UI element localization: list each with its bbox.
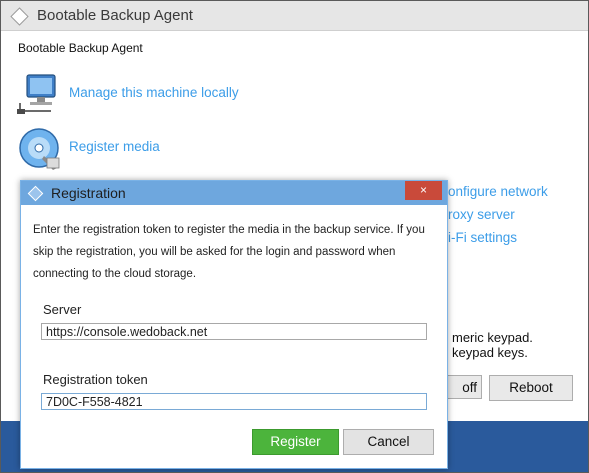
registration-dialog: Registration × Enter the registration to… [20,180,448,469]
agent-heading: Bootable Backup Agent [18,41,143,55]
dialog-logo-icon [27,185,44,202]
configure-network-link[interactable]: onfigure network [448,184,548,199]
computer-network-icon [17,74,56,114]
dialog-description: Enter the registration token to register… [33,224,425,280]
keypad-hint-line-1: meric keypad. [452,330,533,345]
token-label: Registration token [43,372,148,387]
reboot-button[interactable]: Reboot [489,375,573,401]
main-window-title: Bootable Backup Agent [37,7,193,24]
proxy-server-link[interactable]: roxy server [448,207,515,222]
disc-register-icon [19,128,60,170]
token-input[interactable]: 7D0C-F558-4821 [41,393,427,410]
cancel-button[interactable]: Cancel [343,429,434,455]
register-button[interactable]: Register [252,429,339,455]
manage-locally-label: Manage this machine locally [69,85,239,100]
close-button[interactable]: × [405,181,442,200]
manage-locally-link[interactable]: Manage this machine locally [17,73,257,117]
register-media-label: Register media [69,139,160,154]
dialog-title: Registration [51,185,126,201]
keypad-hint-line-2: keypad keys. [452,345,528,360]
main-titlebar[interactable]: Bootable Backup Agent [1,1,588,31]
app-logo-icon [10,7,29,26]
server-label: Server [43,302,82,317]
dialog-titlebar[interactable]: Registration × [21,181,447,205]
register-media-link[interactable]: Register media [17,126,187,174]
close-icon: × [419,183,427,197]
wifi-settings-link[interactable]: i-Fi settings [448,230,517,245]
server-input[interactable]: https://console.wedoback.net [41,323,427,340]
